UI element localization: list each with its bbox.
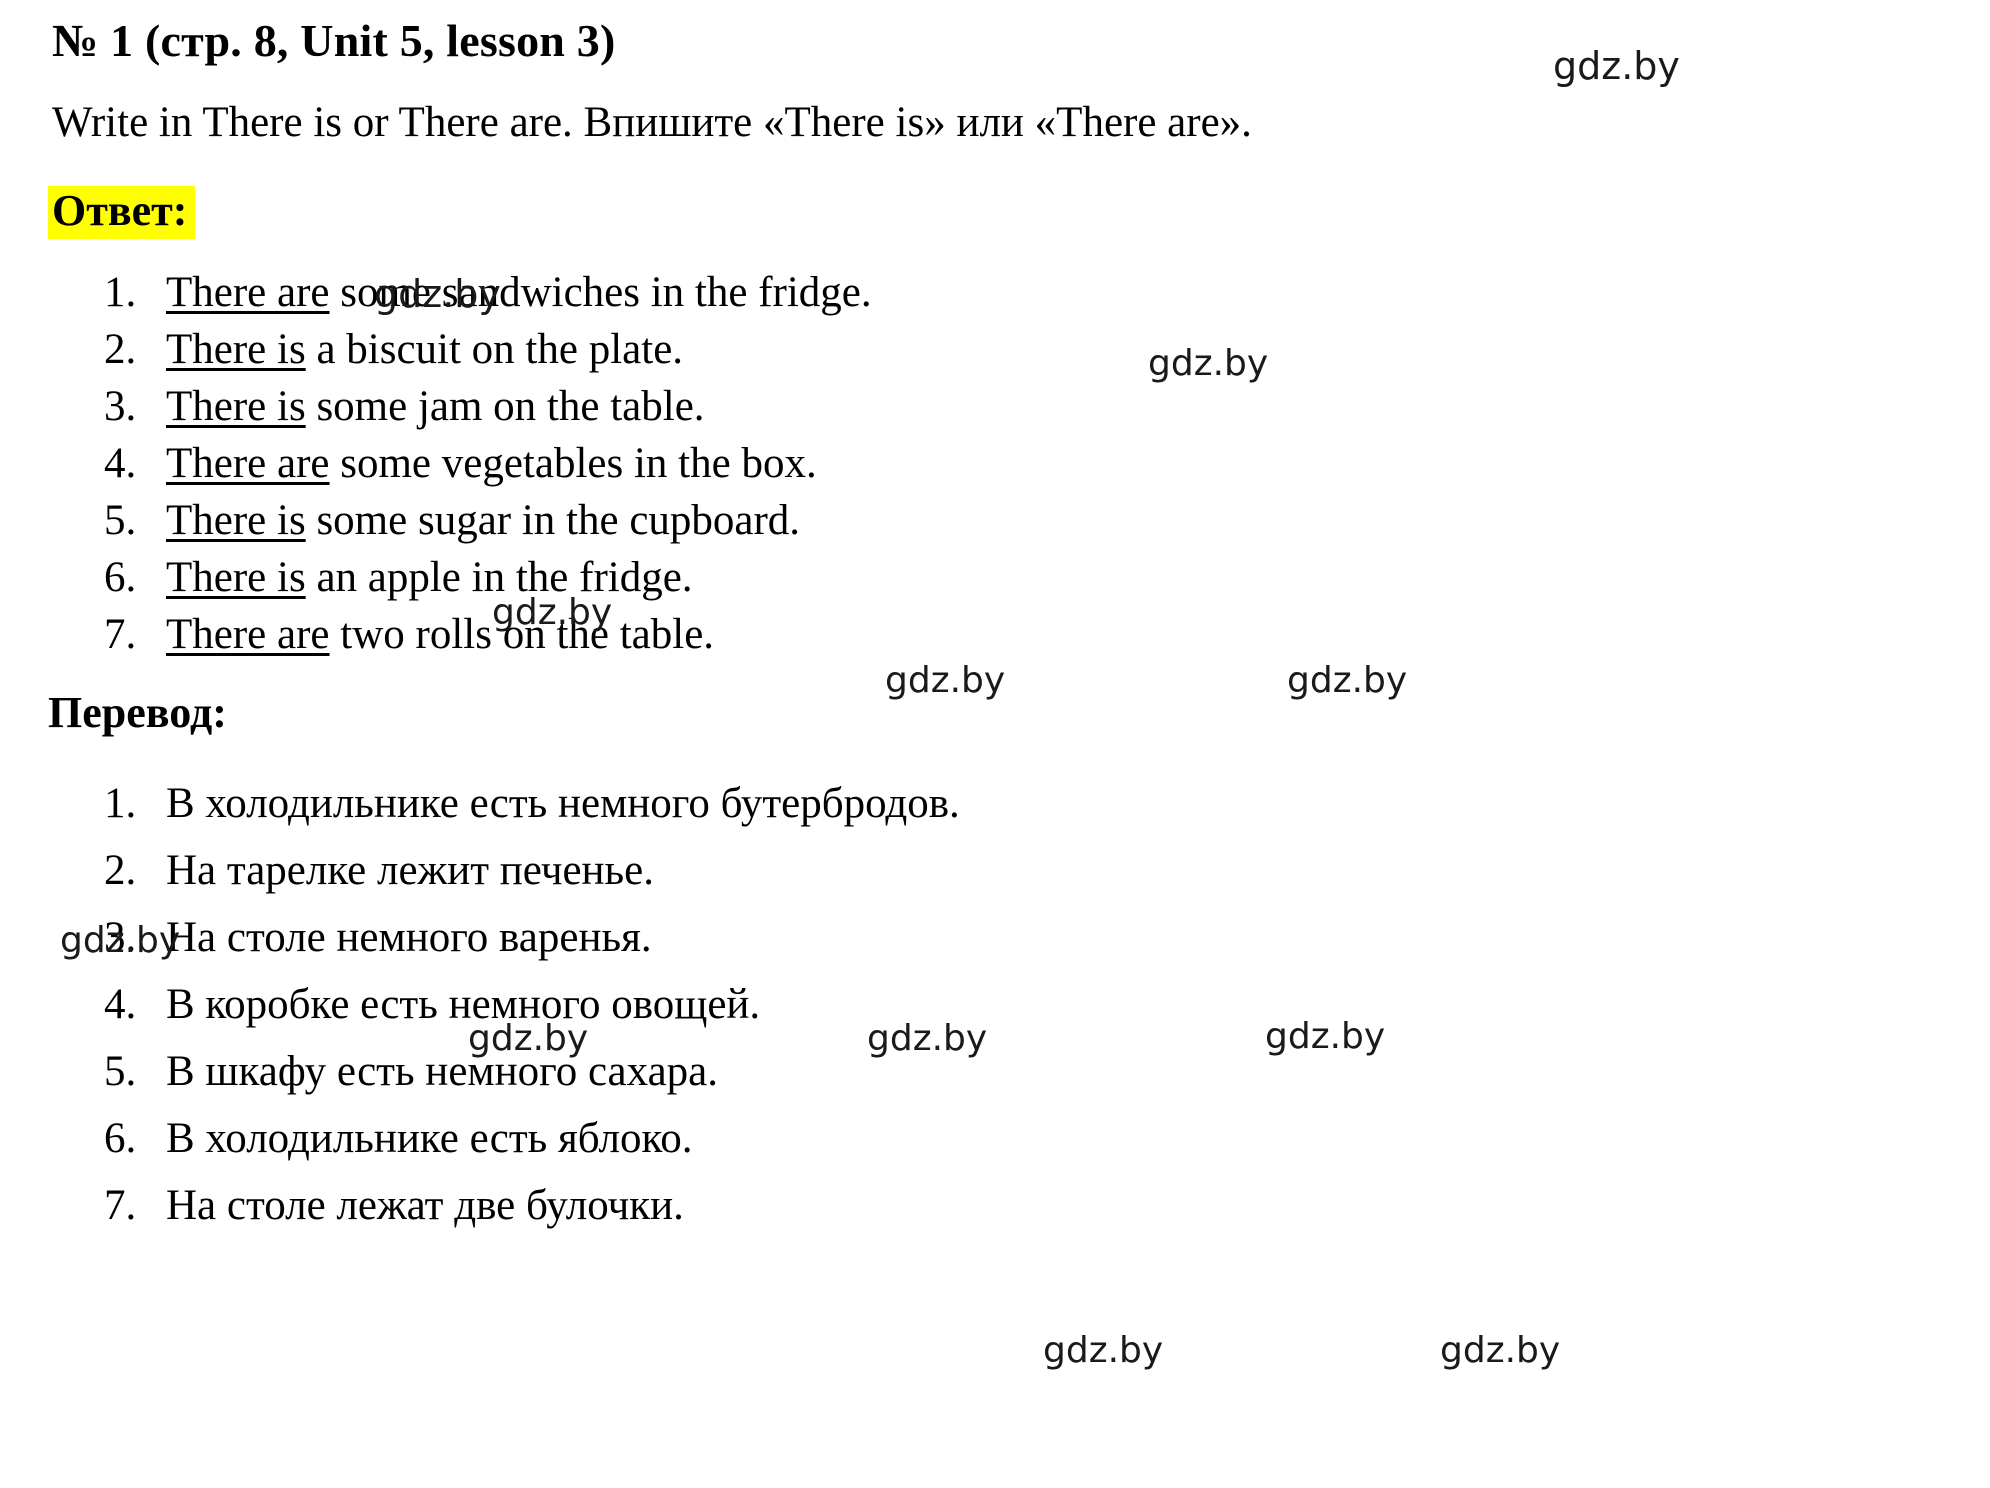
translation-heading: Перевод: (48, 688, 227, 737)
answer-sentence-remainder: two rolls on the table. (329, 611, 715, 658)
answer-item-number: 4. (104, 440, 137, 487)
answer-sentence-remainder: a biscuit on the plate. (305, 326, 684, 373)
translation-item-number: 5. (104, 1048, 137, 1095)
answer-blank: There are (166, 440, 330, 487)
exercise-title: № 1 (стр. 8, Unit 5, lesson 3) (52, 15, 616, 66)
answer-item-text: There are some sandwiches in the fridge. (166, 264, 872, 321)
translation-item-text: В коробке есть немного овощей. (166, 981, 761, 1028)
answer-item: 6. There is an apple in the fridge. (0, 549, 1990, 606)
answer-item-number: 5. (104, 497, 137, 544)
answer-item-number: 6. (104, 554, 137, 601)
site-watermark: gdz.by (885, 660, 1006, 701)
answer-item: 4. There are some vegetables in the box. (0, 435, 1990, 492)
answer-blank: There are (166, 611, 330, 658)
translation-item-number: 6. (104, 1115, 137, 1162)
answer-list: 1. There are some sandwiches in the fridg… (0, 264, 1990, 663)
answer-item: 7. There are two rolls on the table. (0, 606, 1990, 663)
translation-item: 4. В коробке есть немного овощей. (0, 971, 1990, 1038)
answer-blank: There are (166, 269, 330, 316)
translation-item-number: 2. (104, 847, 137, 894)
answer-item-number: 3. (104, 383, 137, 430)
answer-blank: There is (166, 326, 306, 373)
translation-item-text: На тарелке лежит печенье. (166, 847, 654, 894)
translation-item-number: 4. (104, 981, 137, 1028)
answer-sentence-remainder: an apple in the fridge. (305, 554, 693, 601)
translation-item: 7. На столе лежат две булочки. (0, 1172, 1990, 1239)
answer-item: 1. There are some sandwiches in the fridg… (0, 264, 1990, 321)
answer-heading: Ответ: (48, 186, 196, 240)
answer-sentence-remainder: some sugar in the cupboard. (305, 497, 801, 544)
translation-item-text: В холодильнике есть немного бутербродов. (166, 780, 960, 827)
answer-item-text: There is an apple in the fridge. (166, 549, 693, 606)
answer-item-number: 2. (104, 326, 137, 373)
answer-blank: There is (166, 497, 306, 544)
answer-item-text: There are some vegetables in the box. (166, 435, 817, 492)
translation-item: 2. На тарелке лежит печенье. (0, 837, 1990, 904)
translation-item: 3. На столе немного варенья. (0, 904, 1990, 971)
answer-item-number: 1. (104, 269, 137, 316)
answer-sentence-remainder: some jam on the table. (305, 383, 705, 430)
answer-item: 2. There is a biscuit on the plate. (0, 321, 1990, 378)
answer-sentence-remainder: some sandwiches in the fridge. (329, 269, 872, 316)
translation-item-text: На столе немного варенья. (166, 914, 652, 961)
translation-item-number: 3. (104, 914, 137, 961)
translation-item-number: 7. (104, 1182, 137, 1229)
exercise-instruction: Write in There is or There are. Впишите … (52, 99, 1252, 146)
answer-item-number: 7. (104, 611, 137, 658)
site-watermark: gdz.by (1440, 1330, 1561, 1371)
answer-blank: There is (166, 554, 306, 601)
translation-item: 5. В шкафу есть немного сахара. (0, 1038, 1990, 1105)
site-watermark: gdz.by (1553, 44, 1680, 88)
answer-item-text: There are two rolls on the table. (166, 606, 714, 663)
answer-blank: There is (166, 383, 306, 430)
answer-item-text: There is some sugar in the cupboard. (166, 492, 800, 549)
translation-item: 6. В холодильнике есть яблоко. (0, 1105, 1990, 1172)
translation-list: 1. В холодильнике есть немного бутербродо… (0, 770, 1990, 1239)
translation-item: 1. В холодильнике есть немного бутербродо… (0, 770, 1990, 837)
answer-item-text: There is a biscuit on the plate. (166, 321, 683, 378)
answer-item: 3. There is some jam on the table. (0, 378, 1990, 435)
worksheet-page: № 1 (стр. 8, Unit 5, lesson 3) Write in … (0, 0, 1990, 1488)
translation-item-number: 1. (104, 780, 137, 827)
site-watermark: gdz.by (1043, 1330, 1164, 1371)
site-watermark: gdz.by (1287, 660, 1408, 701)
translation-item-text: В холодильнике есть яблоко. (166, 1115, 693, 1162)
translation-item-text: В шкафу есть немного сахара. (166, 1048, 718, 1095)
answer-item-text: There is some jam on the table. (166, 378, 705, 435)
answer-item: 5. There is some sugar in the cupboard. (0, 492, 1990, 549)
answer-sentence-remainder: some vegetables in the box. (329, 440, 817, 487)
translation-item-text: На столе лежат две булочки. (166, 1182, 684, 1229)
